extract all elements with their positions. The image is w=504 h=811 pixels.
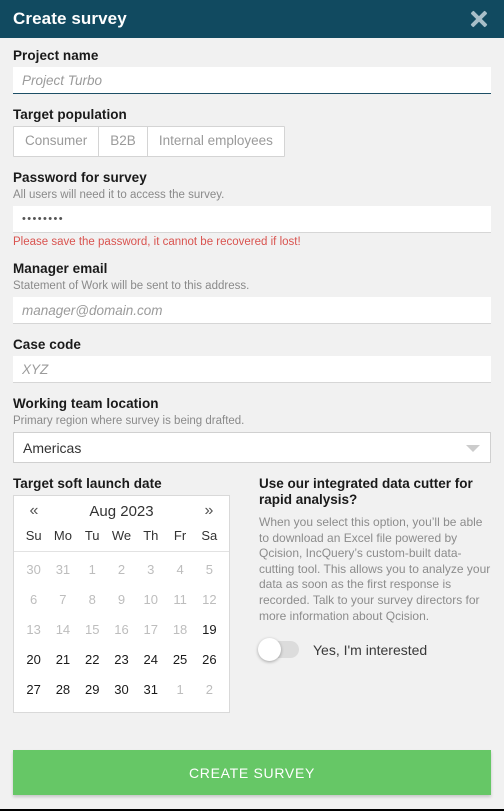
working-team-location-label: Working team location — [13, 396, 159, 411]
calendar-day: 7 — [59, 592, 67, 607]
data-cutter-title: Use our integrated data cutter for rapid… — [259, 476, 473, 507]
manager-email-input[interactable] — [13, 297, 491, 324]
toggle-knob — [258, 638, 281, 662]
calendar-day: 1 — [88, 562, 96, 577]
calendar-day: 16 — [114, 622, 129, 637]
calendar-weekday: Sa — [201, 528, 218, 543]
data-cutter-toggle-row: Yes, I'm interested — [258, 638, 491, 662]
data-cutter-description: When you select this option, you’ll be a… — [259, 515, 491, 623]
manager-email-label: Manager email — [13, 261, 108, 276]
calendar-day[interactable]: 28 — [48, 675, 77, 705]
working-team-location-value: Americas — [23, 439, 82, 456]
launch-date-column: Target soft launch date « Aug 2023 » Su … — [13, 476, 241, 713]
calendar-day[interactable]: 30 — [107, 675, 136, 705]
calendar-day: 18 — [172, 622, 188, 637]
target-population-label: Target population — [13, 107, 127, 122]
field-case-code: Case code — [13, 337, 491, 383]
calendar-day: 15 — [84, 622, 100, 637]
calendar-day: 2 — [117, 562, 126, 577]
dialog-footer: CREATE SURVEY — [0, 740, 504, 809]
project-name-label: Project name — [13, 48, 99, 63]
calendar-day[interactable]: 25 — [165, 645, 194, 675]
calendar-day: 17 — [143, 622, 159, 637]
dialog-header: Create survey — [0, 0, 504, 38]
dialog-title: Create survey — [13, 9, 127, 28]
calendar-day: 6 — [30, 592, 38, 607]
calendar-day: 13 — [26, 622, 41, 637]
data-cutter-column: Use our integrated data cutter for rapid… — [258, 476, 491, 713]
calendar-day[interactable]: 31 — [136, 675, 165, 705]
dialog-body: Project name Target population Consumer … — [0, 38, 504, 740]
data-cutter-toggle[interactable] — [258, 638, 299, 662]
password-input[interactable] — [13, 206, 491, 233]
calendar-nav: « Aug 2023 » — [14, 496, 229, 524]
manager-email-hint: Statement of Work will be sent to this a… — [13, 280, 250, 292]
calendar-day: 14 — [55, 622, 71, 637]
launch-date-label: Target soft launch date — [13, 476, 162, 491]
calendar-day: 10 — [143, 592, 159, 607]
field-password: Password for survey All users will need … — [13, 170, 491, 248]
calendar-day: 4 — [176, 562, 184, 577]
calendar-day[interactable]: 20 — [19, 645, 48, 675]
calendar-day: 2 — [205, 682, 213, 697]
create-survey-button[interactable]: CREATE SURVEY — [13, 750, 491, 795]
case-code-label: Case code — [13, 337, 81, 352]
create-survey-dialog: Create survey Project name Target popula… — [0, 0, 504, 811]
calendar-day[interactable]: 22 — [78, 645, 107, 675]
calendar-weekday: Fr — [173, 528, 187, 543]
calendar-weekday-header: Su Mo Tu We Th Fr Sa — [14, 524, 229, 552]
calendar-day-grid: 30 31 1 2 3 4 5 6 7 8 9 10 11 12 13 14 15 16 17 18 19 20 21 22 2… — [14, 552, 229, 712]
field-working-team-location: Working team location Primary region whe… — [13, 396, 491, 463]
target-population-group: Consumer B2B Internal employees — [13, 126, 285, 157]
calendar-prev-month-icon[interactable]: « — [26, 502, 42, 520]
field-project-name: Project name — [13, 48, 491, 94]
calendar-day: 9 — [117, 592, 126, 607]
calendar-weekday: Tu — [84, 528, 100, 543]
lower-section: Target soft launch date « Aug 2023 » Su … — [13, 476, 491, 713]
calendar-day: 12 — [202, 592, 217, 607]
calendar-day[interactable]: 26 — [195, 645, 224, 675]
calendar-day: 8 — [88, 592, 96, 607]
working-team-location-hint: Primary region where survey is being dra… — [13, 415, 245, 427]
working-team-location-select[interactable]: Americas — [13, 432, 491, 463]
close-icon[interactable] — [468, 8, 490, 30]
calendar-day: 30 — [26, 562, 41, 577]
calendar-day: 1 — [176, 682, 184, 697]
calendar-weekday: Th — [143, 528, 159, 543]
calendar-day[interactable]: 29 — [78, 675, 107, 705]
calendar-weekday: Su — [25, 528, 42, 543]
calendar-day: 5 — [205, 562, 213, 577]
date-picker-calendar: « Aug 2023 » Su Mo Tu We Th Fr Sa 30 31 1 2… — [13, 495, 230, 713]
target-population-option-b2b[interactable]: B2B — [99, 127, 148, 156]
calendar-day[interactable]: 24 — [136, 645, 165, 675]
calendar-day: 11 — [173, 592, 187, 607]
calendar-next-month-icon[interactable]: » — [201, 502, 217, 520]
calendar-day: 3 — [147, 562, 155, 577]
calendar-weekday: We — [111, 528, 132, 543]
password-error-message: Please save the password, it cannot be r… — [13, 236, 301, 248]
field-target-population: Target population Consumer B2B Internal … — [13, 107, 491, 157]
target-population-option-consumer[interactable]: Consumer — [14, 127, 100, 156]
target-population-option-internal-employees[interactable]: Internal employees — [147, 127, 284, 156]
calendar-day[interactable]: 23 — [107, 645, 136, 675]
data-cutter-toggle-label: Yes, I'm interested — [313, 641, 428, 658]
calendar-day: 31 — [55, 562, 71, 577]
calendar-month-label: Aug 2023 — [89, 502, 154, 520]
password-hint: All users will need it to access the sur… — [13, 189, 225, 201]
calendar-day[interactable]: 21 — [48, 645, 77, 675]
chevron-down-icon — [466, 444, 480, 452]
project-name-input[interactable] — [13, 67, 491, 94]
calendar-day[interactable]: 19 — [195, 615, 224, 645]
calendar-day[interactable]: 27 — [19, 675, 48, 705]
calendar-weekday: Mo — [53, 528, 72, 543]
field-manager-email: Manager email Statement of Work will be … — [13, 261, 491, 324]
password-label: Password for survey — [13, 170, 147, 185]
case-code-input[interactable] — [13, 356, 491, 383]
